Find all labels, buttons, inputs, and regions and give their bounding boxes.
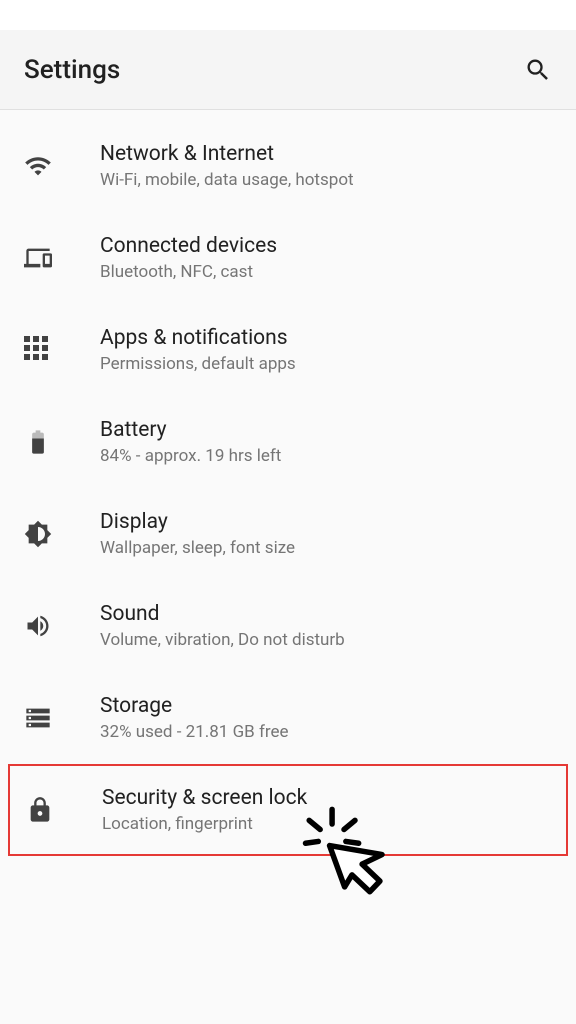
item-title: Storage <box>100 694 552 718</box>
item-title: Display <box>100 510 552 534</box>
item-sound[interactable]: Sound Volume, vibration, Do not disturb <box>0 580 576 672</box>
lock-icon <box>26 796 102 824</box>
item-title: Apps & notifications <box>100 326 552 350</box>
item-sub: 84% - approx. 19 hrs left <box>100 446 552 466</box>
item-network-internet[interactable]: Network & Internet Wi-Fi, mobile, data u… <box>0 120 576 212</box>
item-title: Network & Internet <box>100 142 552 166</box>
wifi-icon <box>24 152 100 180</box>
search-button[interactable] <box>524 56 552 84</box>
item-sub: Wi-Fi, mobile, data usage, hotspot <box>100 170 552 190</box>
item-title: Sound <box>100 602 552 626</box>
settings-list: Network & Internet Wi-Fi, mobile, data u… <box>0 110 576 856</box>
item-sub: Permissions, default apps <box>100 354 552 374</box>
item-title: Connected devices <box>100 234 552 258</box>
sound-icon <box>24 612 100 640</box>
battery-icon <box>24 428 100 456</box>
item-title: Security & screen lock <box>102 786 550 810</box>
apps-icon <box>24 336 100 364</box>
search-icon <box>524 56 552 84</box>
header: Settings <box>0 30 576 110</box>
item-apps-notifications[interactable]: Apps & notifications Permissions, defaul… <box>0 304 576 396</box>
item-security-screen-lock[interactable]: Security & screen lock Location, fingerp… <box>8 764 568 856</box>
devices-icon <box>24 244 100 272</box>
item-sub: Bluetooth, NFC, cast <box>100 262 552 282</box>
item-sub: Volume, vibration, Do not disturb <box>100 630 552 650</box>
item-storage[interactable]: Storage 32% used - 21.81 GB free <box>0 672 576 764</box>
page-title: Settings <box>24 55 120 85</box>
item-sub: Location, fingerprint <box>102 814 550 834</box>
brightness-icon <box>24 520 100 548</box>
item-display[interactable]: Display Wallpaper, sleep, font size <box>0 488 576 580</box>
item-connected-devices[interactable]: Connected devices Bluetooth, NFC, cast <box>0 212 576 304</box>
item-sub: 32% used - 21.81 GB free <box>100 722 552 742</box>
item-sub: Wallpaper, sleep, font size <box>100 538 552 558</box>
item-title: Battery <box>100 418 552 442</box>
storage-icon <box>24 704 100 732</box>
item-battery[interactable]: Battery 84% - approx. 19 hrs left <box>0 396 576 488</box>
